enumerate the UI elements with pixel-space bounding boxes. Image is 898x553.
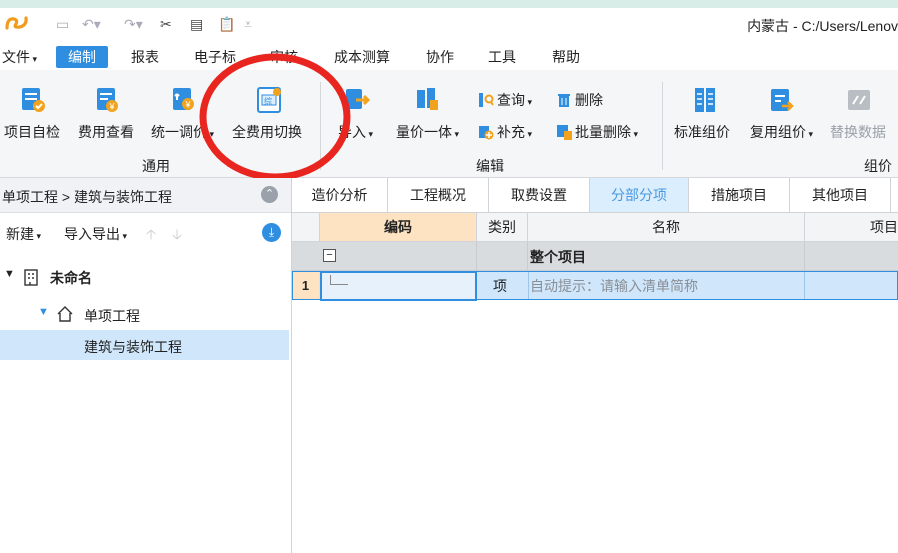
annotation-circle	[199, 53, 351, 181]
group-label-pricing: 组价	[864, 158, 892, 174]
trash-icon	[558, 94, 570, 107]
tab-sections[interactable]: 分部分项	[590, 178, 689, 212]
import-export-button[interactable]: 导入导出 ▾	[64, 224, 127, 244]
left-panel: 单项工程 > 建筑与装饰工程 ⌃ 新建 ▾ 导入导出 ▾ 🡡 🡣 ⤓ ▼ 未命名…	[0, 178, 292, 553]
menu-bar: 文件 ▾ 编制 报表 电子标 审核 成本测算 协作 工具 帮助	[0, 42, 898, 70]
tab-fee-settings[interactable]: 取费设置	[489, 178, 590, 212]
group-type-cell	[477, 242, 528, 270]
move-up-icon[interactable]: 🡡	[146, 224, 156, 248]
header-type[interactable]: 类别	[477, 213, 528, 242]
tree-root[interactable]: 未命名	[50, 268, 92, 288]
tree-leaf[interactable]: 建筑与装饰工程	[84, 337, 182, 357]
new-button[interactable]: 新建 ▾	[6, 224, 41, 244]
app-logo-icon	[5, 16, 28, 30]
group-name: 整个项目	[530, 249, 586, 265]
move-down-icon[interactable]: 🡣	[172, 224, 182, 248]
quantity-price-icon	[417, 88, 438, 110]
project-check-button[interactable]: 项目自检	[4, 122, 60, 142]
building-icon	[24, 269, 38, 286]
header-item[interactable]: 项目	[805, 213, 898, 242]
tree-line	[330, 284, 348, 285]
cost-view-icon: ¥	[97, 88, 118, 112]
download-icon[interactable]: ⤓	[262, 223, 281, 242]
redo-icon[interactable]: ↷▾	[124, 16, 143, 33]
save-icon[interactable]: ▭	[56, 16, 69, 33]
column-divider	[804, 271, 805, 300]
cost-view-button[interactable]: 费用查看	[78, 122, 134, 142]
tree-line	[330, 275, 331, 284]
svg-text:¥: ¥	[185, 100, 192, 110]
cut-icon[interactable]: ✂	[160, 16, 172, 33]
svg-text:¥: ¥	[109, 102, 116, 112]
tab-project-overview[interactable]: 工程概况	[388, 178, 489, 212]
replace-data-icon	[848, 90, 870, 110]
tree-child[interactable]: 单项工程	[84, 306, 140, 326]
delete-button[interactable]: 删除	[556, 90, 603, 110]
replace-data-button[interactable]: 替换数据	[830, 122, 886, 142]
tree-expand-icon[interactable]: ▼	[4, 268, 15, 280]
tab-bar: 造价分析 工程概况 取费设置 分部分项 措施项目 其他项目	[292, 178, 898, 213]
copy-icon[interactable]: ▤	[190, 16, 203, 33]
menu-file[interactable]: 文件 ▾	[2, 46, 37, 68]
group-code-cell	[320, 242, 477, 270]
column-divider	[528, 271, 529, 300]
group-divider	[662, 82, 663, 170]
batch-delete-button[interactable]: 批量删除 ▾	[556, 122, 638, 142]
breadcrumb: 单项工程 > 建筑与装饰工程 ⌃	[0, 178, 291, 213]
query-button[interactable]: 查询 ▾	[478, 90, 532, 110]
window-top-edge	[0, 0, 898, 8]
group-label-general: 通用	[142, 158, 170, 174]
bill-grid: 编码 类别 名称 项目 − 整个项目 1 项 自动提示：请输入清单简称	[292, 213, 898, 553]
group-label-edit: 编辑	[476, 158, 504, 174]
paste-icon[interactable]: 📋	[218, 16, 235, 33]
tab-measures[interactable]: 措施项目	[689, 178, 790, 212]
row-type[interactable]: 项	[493, 276, 507, 296]
supplement-button[interactable]: 补充 ▾	[478, 122, 532, 142]
group-row[interactable]: − 整个项目	[292, 242, 898, 271]
code-cell-editing[interactable]	[320, 271, 477, 301]
row-name-hint[interactable]: 自动提示：请输入清单简称	[530, 276, 698, 296]
title-bar: ▭ ↶▾ ↷▾ ✂ ▤ 📋 ⩡ 内蒙古 - C:/Users/Lenov	[0, 0, 898, 42]
row-number[interactable]: 1	[292, 271, 319, 300]
tab-other-items[interactable]: 其他项目	[790, 178, 891, 212]
home-icon	[57, 306, 73, 322]
reuse-pricing-button[interactable]: 复用组价 ▾	[750, 122, 813, 142]
batch-delete-icon	[557, 125, 572, 140]
table-row[interactable]: 1 项 自动提示：请输入清单简称	[292, 271, 898, 301]
customize-icon[interactable]: ⩡	[244, 16, 252, 33]
window-title: 内蒙古 - C:/Users/Lenov	[747, 18, 898, 34]
reuse-pricing-icon	[771, 89, 794, 111]
menu-edit[interactable]: 编制	[56, 46, 108, 68]
header-code[interactable]: 编码	[320, 213, 477, 242]
breadcrumb-text: 单项工程 > 建筑与装饰工程	[2, 189, 172, 205]
unified-price-icon: ¥	[173, 88, 194, 110]
supplement-icon	[479, 126, 494, 140]
query-icon	[479, 93, 494, 107]
tab-cost-analysis[interactable]: 造价分析	[292, 178, 388, 212]
header-name[interactable]: 名称	[528, 213, 805, 242]
standard-pricing-icon	[695, 88, 715, 112]
menu-report[interactable]: 报表	[131, 46, 159, 68]
project-check-icon	[22, 88, 45, 112]
collapse-icon[interactable]: ⌃	[261, 186, 278, 203]
menu-tools[interactable]: 工具	[488, 46, 516, 68]
menu-help[interactable]: 帮助	[552, 46, 580, 68]
quantity-price-button[interactable]: 量价一体 ▾	[396, 122, 459, 142]
standard-pricing-button[interactable]: 标准组价	[674, 122, 730, 142]
tree-expand-icon[interactable]: ▼	[38, 306, 49, 318]
corner-cell	[292, 213, 320, 242]
collapse-toggle-icon[interactable]: −	[323, 249, 336, 262]
menu-collab[interactable]: 协作	[426, 46, 454, 68]
column-divider	[804, 242, 805, 270]
undo-icon[interactable]: ↶▾	[82, 16, 101, 33]
